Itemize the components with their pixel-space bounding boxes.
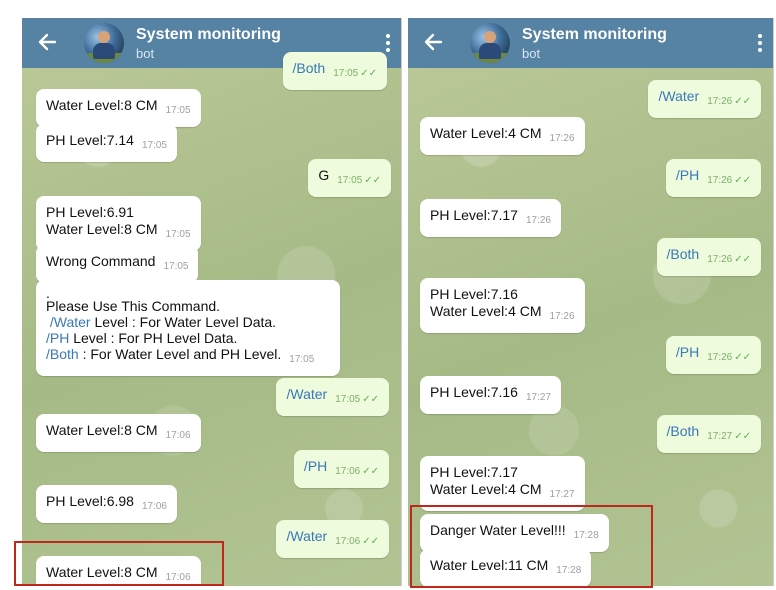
message-outgoing[interactable]: /Both 17:26 ✓✓ — [656, 238, 761, 276]
message-outgoing[interactable]: G 17:05 ✓✓ — [308, 159, 391, 197]
chat-panel-right: System monitoring bot /Water 17:26 ✓✓ Wate… — [408, 18, 774, 586]
bot-avatar[interactable] — [84, 23, 124, 63]
message-incoming[interactable]: PH Level:7.16 17:27 — [420, 376, 561, 414]
message-list[interactable]: /Both 17:05 ✓✓ Water Level:8 CM 17:05 PH Le… — [22, 52, 401, 586]
chat-panel-left: System monitoring bot /Both 17:05 ✓✓ Water… — [22, 18, 402, 586]
command-link[interactable]: /Both — [46, 346, 79, 362]
command-link[interactable]: /Water — [50, 314, 91, 330]
back-arrow-icon[interactable] — [422, 31, 444, 53]
double-check-icon: ✓✓ — [734, 175, 751, 186]
chat-subtitle: bot — [136, 46, 155, 61]
bot-avatar[interactable] — [470, 23, 510, 63]
overflow-menu-icon[interactable] — [757, 34, 763, 54]
double-check-icon: ✓✓ — [734, 254, 751, 265]
message-incoming[interactable]: Water Level:8 CM 17:06 — [36, 414, 201, 452]
message-incoming[interactable]: Wrong Command 17:05 — [36, 245, 199, 283]
message-outgoing[interactable]: /PH 17:06 ✓✓ — [293, 450, 389, 488]
double-check-icon: ✓✓ — [734, 96, 751, 107]
message-outgoing[interactable]: /Both 17:27 ✓✓ — [656, 415, 761, 453]
chat-header: System monitoring bot — [408, 18, 773, 68]
message-incoming[interactable]: . Please Use This Command. /Water Level … — [36, 280, 340, 376]
message-incoming[interactable]: PH Level:6.91 Water Level:8 CM 17:05 — [36, 196, 201, 251]
message-outgoing[interactable]: /PH 17:26 ✓✓ — [665, 159, 761, 197]
double-check-icon: ✓✓ — [362, 466, 379, 477]
chat-title[interactable]: System monitoring — [522, 26, 667, 44]
double-check-icon: ✓✓ — [734, 352, 751, 363]
double-check-icon: ✓✓ — [734, 431, 751, 442]
command-link[interactable]: /PH — [46, 330, 69, 346]
message-outgoing[interactable]: /Both 17:05 ✓✓ — [282, 52, 387, 90]
double-check-icon: ✓✓ — [362, 536, 379, 547]
message-incoming[interactable]: PH Level:6.98 17:06 — [36, 485, 177, 523]
message-outgoing[interactable]: /Water 17:05 ✓✓ — [276, 378, 389, 416]
highlight-box — [14, 541, 224, 586]
message-incoming[interactable]: PH Level:7.17 17:26 — [420, 199, 561, 237]
message-outgoing[interactable]: /Water 17:06 ✓✓ — [276, 520, 389, 558]
chat-title[interactable]: System monitoring — [136, 26, 281, 44]
overflow-menu-icon[interactable] — [385, 34, 391, 54]
message-outgoing[interactable]: /Water 17:26 ✓✓ — [648, 80, 761, 118]
message-incoming[interactable]: Water Level:8 CM 17:05 — [36, 89, 201, 127]
double-check-icon: ✓✓ — [360, 68, 377, 79]
highlight-box — [410, 505, 653, 588]
message-outgoing[interactable]: /PH 17:26 ✓✓ — [665, 336, 761, 374]
message-incoming[interactable]: PH Level:7.14 17:05 — [36, 124, 177, 162]
double-check-icon: ✓✓ — [364, 175, 381, 186]
chat-subtitle: bot — [522, 46, 541, 61]
message-incoming[interactable]: PH Level:7.16 Water Level:4 CM 17:26 — [420, 278, 585, 333]
message-incoming[interactable]: PH Level:7.17 Water Level:4 CM 17:27 — [420, 456, 585, 511]
back-arrow-icon[interactable] — [36, 31, 58, 53]
double-check-icon: ✓✓ — [362, 394, 379, 405]
message-incoming[interactable]: Water Level:4 CM 17:26 — [420, 117, 585, 155]
